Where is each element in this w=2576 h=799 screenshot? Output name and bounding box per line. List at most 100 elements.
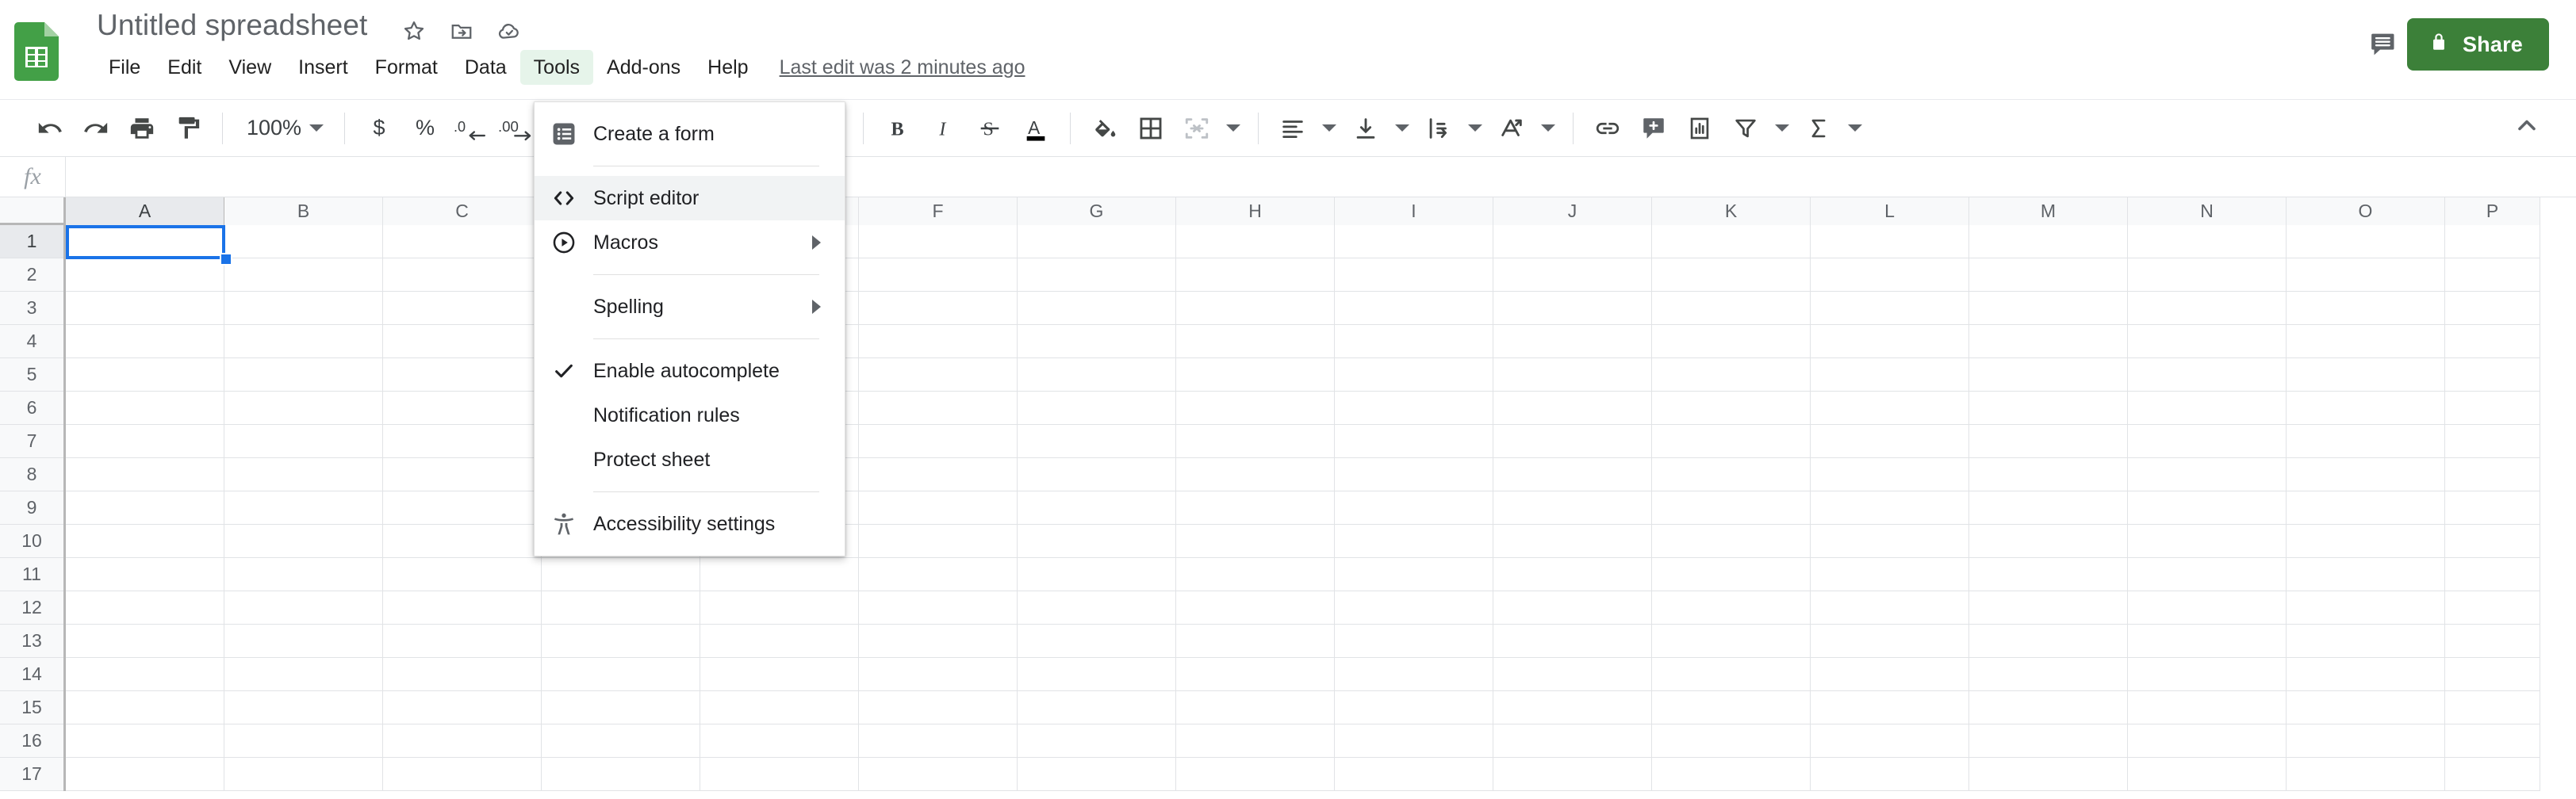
- column-header-a[interactable]: A: [66, 197, 224, 225]
- row-header-4[interactable]: 4: [0, 325, 63, 358]
- cell-G12[interactable]: [1018, 591, 1176, 625]
- cell-F5[interactable]: [859, 358, 1018, 392]
- undo-button[interactable]: [27, 105, 73, 151]
- cell-I5[interactable]: [1335, 358, 1493, 392]
- menu-item-protect-sheet[interactable]: Protect sheet: [535, 438, 845, 482]
- text-wrapping-button[interactable]: [1416, 105, 1462, 151]
- cell-P6[interactable]: [2445, 392, 2540, 425]
- cell-L8[interactable]: [1811, 458, 1969, 491]
- selection-fill-handle[interactable]: [220, 253, 232, 266]
- last-edit-status[interactable]: Last edit was 2 minutes ago: [780, 56, 1025, 79]
- column-header-o[interactable]: O: [2287, 197, 2445, 225]
- menu-format[interactable]: Format: [362, 50, 451, 85]
- cell-A13[interactable]: [66, 625, 224, 658]
- menu-view[interactable]: View: [215, 50, 285, 85]
- cell-A12[interactable]: [66, 591, 224, 625]
- cell-G17[interactable]: [1018, 758, 1176, 791]
- cell-M14[interactable]: [1969, 658, 2128, 691]
- cell-G13[interactable]: [1018, 625, 1176, 658]
- cell-L3[interactable]: [1811, 292, 1969, 325]
- cell-K2[interactable]: [1652, 258, 1811, 292]
- cell-E15[interactable]: [700, 691, 859, 724]
- row-header-2[interactable]: 2: [0, 258, 63, 292]
- cell-H13[interactable]: [1176, 625, 1335, 658]
- cell-M13[interactable]: [1969, 625, 2128, 658]
- cell-L2[interactable]: [1811, 258, 1969, 292]
- column-header-b[interactable]: B: [224, 197, 383, 225]
- cell-M4[interactable]: [1969, 325, 2128, 358]
- cell-J17[interactable]: [1493, 758, 1652, 791]
- cell-K16[interactable]: [1652, 724, 1811, 758]
- menu-edit[interactable]: Edit: [154, 50, 215, 85]
- cell-H5[interactable]: [1176, 358, 1335, 392]
- cell-F15[interactable]: [859, 691, 1018, 724]
- cell-N16[interactable]: [2128, 724, 2287, 758]
- cell-P2[interactable]: [2445, 258, 2540, 292]
- share-button[interactable]: Share: [2406, 18, 2549, 71]
- cell-O10[interactable]: [2287, 525, 2445, 558]
- cell-A11[interactable]: [66, 558, 224, 591]
- cell-F12[interactable]: [859, 591, 1018, 625]
- row-header-12[interactable]: 12: [0, 591, 63, 625]
- cell-H1[interactable]: [1176, 225, 1335, 258]
- filter-dropdown[interactable]: [1769, 105, 1796, 151]
- cell-L13[interactable]: [1811, 625, 1969, 658]
- cell-I1[interactable]: [1335, 225, 1493, 258]
- cell-B9[interactable]: [224, 491, 383, 525]
- cell-A9[interactable]: [66, 491, 224, 525]
- cell-P4[interactable]: [2445, 325, 2540, 358]
- cell-N10[interactable]: [2128, 525, 2287, 558]
- cell-D13[interactable]: [542, 625, 700, 658]
- row-header-10[interactable]: 10: [0, 525, 63, 558]
- cell-P8[interactable]: [2445, 458, 2540, 491]
- cell-L6[interactable]: [1811, 392, 1969, 425]
- cell-J9[interactable]: [1493, 491, 1652, 525]
- cell-M12[interactable]: [1969, 591, 2128, 625]
- cell-O8[interactable]: [2287, 458, 2445, 491]
- cell-P13[interactable]: [2445, 625, 2540, 658]
- borders-button[interactable]: [1128, 105, 1174, 151]
- cell-F13[interactable]: [859, 625, 1018, 658]
- cell-G8[interactable]: [1018, 458, 1176, 491]
- cell-B4[interactable]: [224, 325, 383, 358]
- horizontal-align-button[interactable]: [1270, 105, 1316, 151]
- cell-M15[interactable]: [1969, 691, 2128, 724]
- cell-N3[interactable]: [2128, 292, 2287, 325]
- column-header-p[interactable]: P: [2445, 197, 2540, 225]
- cell-F17[interactable]: [859, 758, 1018, 791]
- cell-J2[interactable]: [1493, 258, 1652, 292]
- cell-M5[interactable]: [1969, 358, 2128, 392]
- cell-G4[interactable]: [1018, 325, 1176, 358]
- cell-O17[interactable]: [2287, 758, 2445, 791]
- cell-J8[interactable]: [1493, 458, 1652, 491]
- cell-J12[interactable]: [1493, 591, 1652, 625]
- star-icon[interactable]: [401, 17, 427, 44]
- cell-C2[interactable]: [383, 258, 542, 292]
- row-header-8[interactable]: 8: [0, 458, 63, 491]
- cell-O11[interactable]: [2287, 558, 2445, 591]
- column-header-c[interactable]: C: [383, 197, 542, 225]
- row-header-7[interactable]: 7: [0, 425, 63, 458]
- cell-G7[interactable]: [1018, 425, 1176, 458]
- cell-A5[interactable]: [66, 358, 224, 392]
- cell-F16[interactable]: [859, 724, 1018, 758]
- cell-L16[interactable]: [1811, 724, 1969, 758]
- cell-B6[interactable]: [224, 392, 383, 425]
- cell-J10[interactable]: [1493, 525, 1652, 558]
- column-header-i[interactable]: I: [1335, 197, 1493, 225]
- cell-L1[interactable]: [1811, 225, 1969, 258]
- row-header-6[interactable]: 6: [0, 392, 63, 425]
- cell-M7[interactable]: [1969, 425, 2128, 458]
- move-to-folder-icon[interactable]: [448, 17, 475, 44]
- cell-B10[interactable]: [224, 525, 383, 558]
- cell-G10[interactable]: [1018, 525, 1176, 558]
- cell-N2[interactable]: [2128, 258, 2287, 292]
- cell-D12[interactable]: [542, 591, 700, 625]
- cell-P17[interactable]: [2445, 758, 2540, 791]
- cell-I2[interactable]: [1335, 258, 1493, 292]
- cell-F7[interactable]: [859, 425, 1018, 458]
- cell-G5[interactable]: [1018, 358, 1176, 392]
- cell-L4[interactable]: [1811, 325, 1969, 358]
- cell-I12[interactable]: [1335, 591, 1493, 625]
- menu-item-notification-rules[interactable]: Notification rules: [535, 393, 845, 438]
